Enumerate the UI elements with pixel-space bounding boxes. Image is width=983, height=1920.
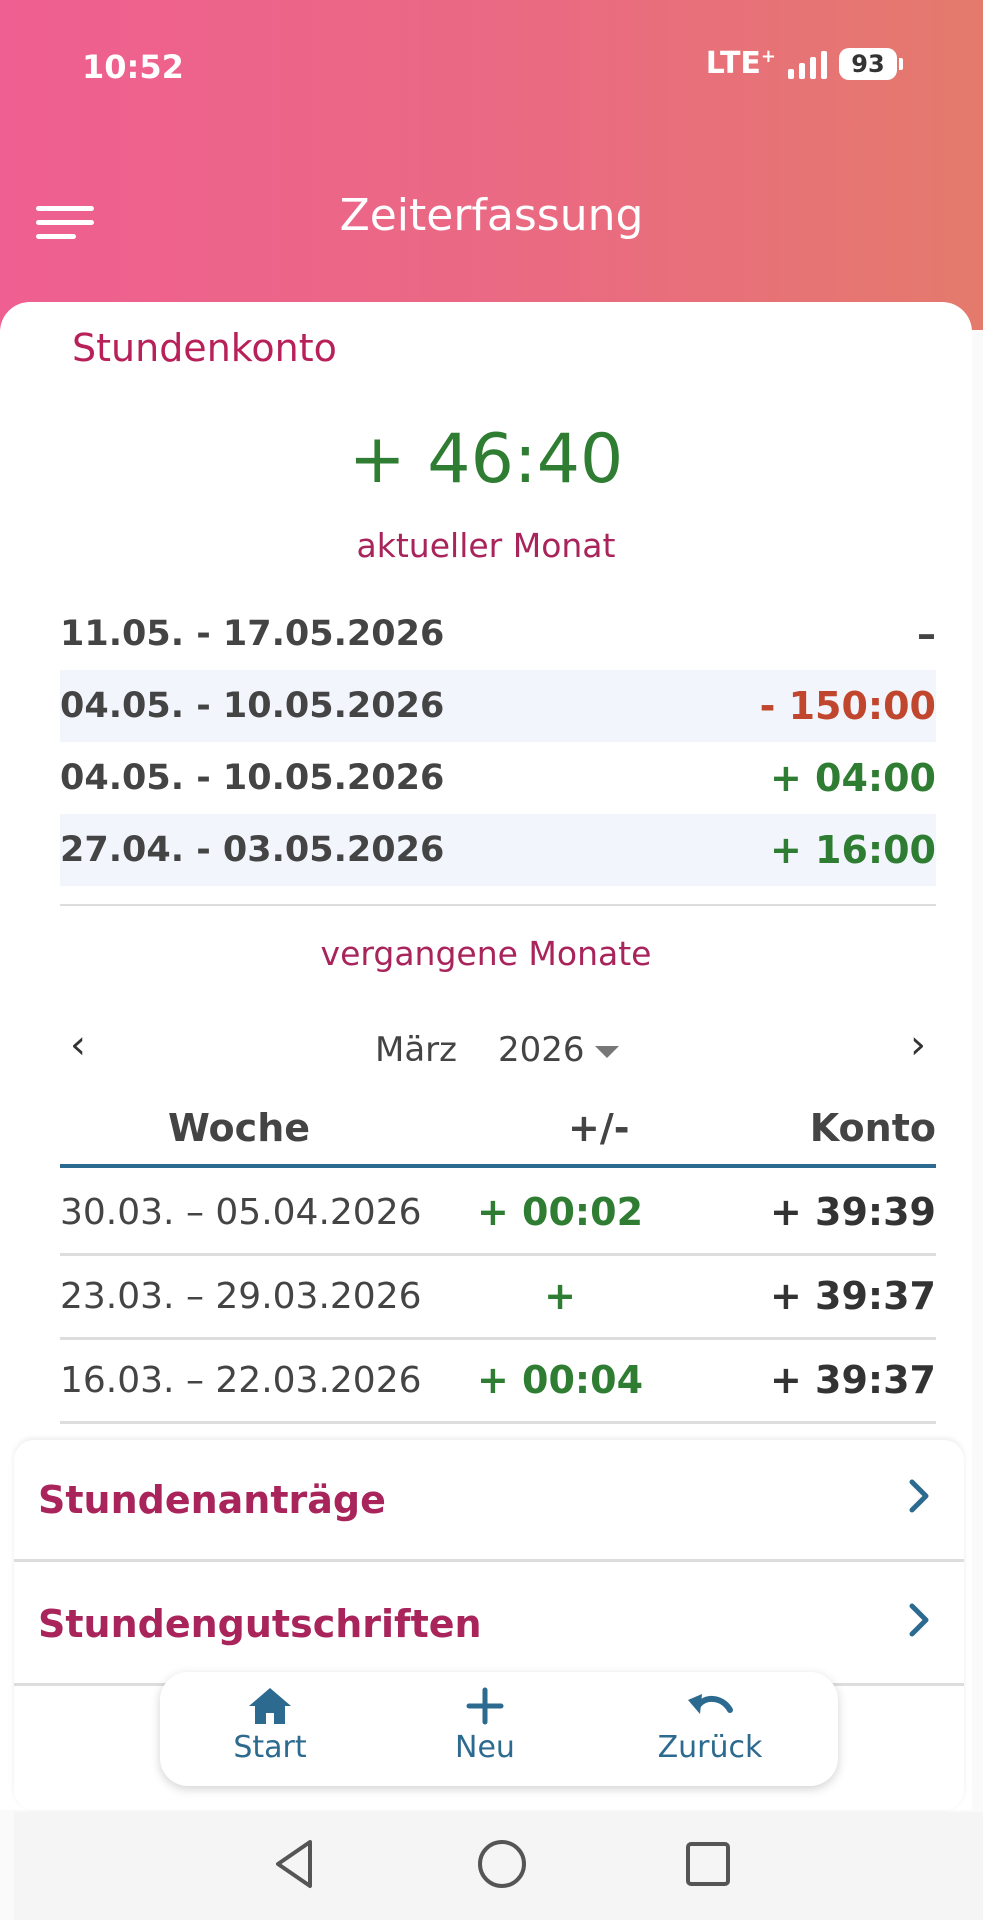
status-bar: 10:52 LTE+ 93 — [0, 40, 983, 100]
link-stundengutschriften[interactable]: Stundengutschriften — [14, 1564, 964, 1686]
table-row[interactable]: 16.03. – 22.03.2026 + 00:04 + 39:37 — [60, 1340, 936, 1424]
column-header-konto: Konto — [809, 1106, 936, 1150]
year-select[interactable]: 2026 — [498, 1030, 585, 1070]
network-plus: + — [760, 46, 776, 67]
column-header-week: Woche — [168, 1106, 311, 1150]
cell-konto: + 39:37 — [769, 1274, 936, 1318]
week-value: - 150:00 — [759, 684, 936, 728]
back-icon[interactable] — [270, 1836, 318, 1892]
home-icon — [249, 1688, 291, 1724]
week-row[interactable]: 27.04. - 03.05.2026 + 16:00 — [60, 814, 936, 886]
plus-icon — [466, 1687, 504, 1725]
cell-delta: + 00:02 — [476, 1190, 644, 1234]
nav-start-button[interactable]: Start — [190, 1686, 350, 1765]
account-balance: + 46:40 — [348, 420, 624, 499]
status-indicators: LTE+ 93 — [706, 46, 903, 81]
column-header-delta: +/- — [568, 1106, 630, 1150]
week-dates: 04.05. - 10.05.2026 — [60, 758, 445, 798]
network-indicator: LTE+ — [706, 46, 776, 81]
bottom-nav: Start Neu Zurück — [160, 1672, 838, 1786]
system-navigation-bar — [14, 1812, 983, 1920]
network-type: LTE — [705, 46, 761, 81]
divider — [60, 904, 936, 906]
week-row[interactable]: 04.05. - 10.05.2026 + 04:00 — [60, 742, 936, 814]
week-value: + 16:00 — [769, 828, 936, 872]
nav-zurueck-label: Zurück — [657, 1730, 763, 1765]
past-months-heading: vergangene Monate — [320, 934, 652, 973]
status-time: 10:52 — [82, 48, 184, 86]
week-value: + 04:00 — [769, 756, 936, 800]
undo-icon — [688, 1694, 733, 1714]
cell-delta: + 00:04 — [476, 1358, 644, 1402]
week-value: – — [917, 612, 936, 656]
table-header: Woche +/- Konto — [60, 1102, 936, 1168]
cell-konto: + 39:39 — [769, 1190, 936, 1234]
battery-icon: 93 — [839, 47, 903, 80]
dropdown-caret-icon[interactable] — [595, 1046, 619, 1058]
chevron-left-icon[interactable]: ‹ — [70, 1022, 86, 1068]
cell-week: 30.03. – 05.04.2026 — [60, 1192, 422, 1233]
week-dates: 04.05. - 10.05.2026 — [60, 686, 445, 726]
signal-icon — [788, 49, 827, 79]
cell-week: 23.03. – 29.03.2026 — [60, 1276, 422, 1317]
nav-neu-label: Neu — [455, 1730, 515, 1765]
current-month-heading: aktueller Monat — [356, 526, 616, 565]
chevron-right-icon — [908, 1600, 932, 1650]
week-row[interactable]: 11.05. - 17.05.2026 – — [60, 598, 936, 670]
link-stundenantraege[interactable]: Stundenanträge — [14, 1440, 964, 1562]
app-bar: Zeiterfassung — [0, 180, 983, 260]
link-label: Stundengutschriften — [38, 1602, 482, 1646]
app-header: 10:52 LTE+ 93 Zeiterfassung — [0, 0, 983, 330]
home-circle-icon[interactable] — [474, 1836, 530, 1892]
cell-konto: + 39:37 — [769, 1358, 936, 1402]
chevron-right-icon[interactable]: › — [910, 1022, 926, 1068]
week-dates: 27.04. - 03.05.2026 — [60, 830, 445, 870]
week-row[interactable]: 04.05. - 10.05.2026 - 150:00 — [60, 670, 936, 742]
cell-delta: + — [544, 1274, 576, 1318]
table-row[interactable]: 30.03. – 05.04.2026 + 00:02 + 39:39 — [60, 1172, 936, 1256]
month-select[interactable]: März — [375, 1030, 457, 1070]
section-title-stundenkonto: Stundenkonto — [72, 326, 337, 370]
recents-icon[interactable] — [682, 1836, 734, 1892]
battery-level: 93 — [839, 47, 897, 80]
nav-zurueck-button[interactable]: Zurück — [630, 1686, 790, 1765]
week-dates: 11.05. - 17.05.2026 — [60, 614, 445, 654]
link-label: Stundenanträge — [38, 1478, 386, 1522]
cell-week: 16.03. – 22.03.2026 — [60, 1360, 422, 1401]
chevron-right-icon — [908, 1476, 932, 1526]
table-row[interactable]: 23.03. – 29.03.2026 + + 39:37 — [60, 1256, 936, 1340]
nav-start-label: Start — [233, 1730, 307, 1765]
nav-neu-button[interactable]: Neu — [405, 1686, 565, 1765]
page-title: Zeiterfassung — [339, 190, 644, 241]
month-selector: ‹ März 2026 › — [60, 1022, 936, 1082]
